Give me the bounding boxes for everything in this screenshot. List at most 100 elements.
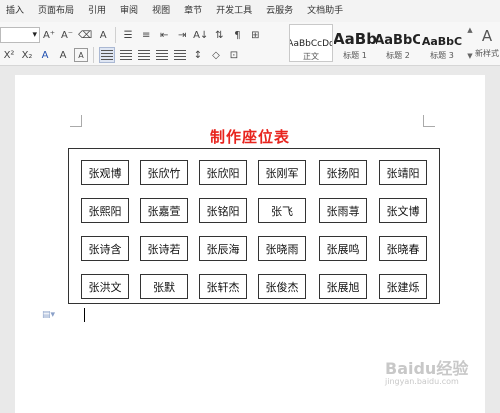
- phonetic-guide-button[interactable]: A: [96, 26, 110, 44]
- style-heading-1-sample: AaBb: [334, 30, 376, 48]
- ribbon-row-2: X² X₂ A A A ↕ ◇ ⊡: [0, 45, 243, 65]
- superscript-label: X²: [3, 49, 15, 61]
- distributed-button[interactable]: [173, 46, 187, 64]
- clear-format-icon[interactable]: ⌫: [78, 26, 92, 44]
- seat-cell[interactable]: 张靖阳: [379, 160, 427, 185]
- highlight-button[interactable]: A: [56, 46, 70, 64]
- chevron-down-icon[interactable]: ▼: [467, 52, 472, 60]
- seat-cell[interactable]: 张默: [140, 274, 188, 299]
- seat-cell[interactable]: 张展鸣: [319, 236, 367, 261]
- chevron-down-icon: ▾: [32, 30, 37, 40]
- seat-cell[interactable]: 张诗含: [81, 236, 129, 261]
- seat-cell[interactable]: 张展旭: [319, 274, 367, 299]
- seat-cell[interactable]: 张欣阳: [199, 160, 247, 185]
- subscript-button[interactable]: X₂: [20, 46, 34, 64]
- seat-cell[interactable]: 张观博: [81, 160, 129, 185]
- highlight-label: A: [59, 49, 67, 61]
- seat-cell[interactable]: 张铭阳: [199, 198, 247, 223]
- seat-cell[interactable]: 张欣竹: [140, 160, 188, 185]
- seat-cell[interactable]: 张诗若: [140, 236, 188, 261]
- subscript-label: X₂: [21, 49, 33, 61]
- superscript-button[interactable]: X²: [2, 46, 16, 64]
- decrease-indent-icon[interactable]: ⇤: [157, 26, 171, 44]
- new-style-button[interactable]: A 新样式: [474, 24, 500, 62]
- tab-insert[interactable]: 插入: [0, 0, 31, 22]
- style-heading-3[interactable]: AaBbC 标题 3: [420, 24, 464, 62]
- font-color-button[interactable]: A: [38, 46, 52, 64]
- divider: [115, 27, 117, 43]
- align-center-button[interactable]: [119, 46, 133, 64]
- numbered-list-icon[interactable]: ≡: [139, 26, 153, 44]
- watermark-url: jingyan.baidu.com: [385, 377, 459, 386]
- seat-cell[interactable]: 张洪文: [81, 274, 129, 299]
- table-borders-icon[interactable]: ⊞: [248, 26, 262, 44]
- style-heading-2-name: 标题 2: [386, 51, 410, 60]
- seat-cell[interactable]: 张雨荨: [319, 198, 367, 223]
- borders-icon[interactable]: ⊡: [227, 46, 241, 64]
- phonetic-label: A: [99, 29, 107, 41]
- tab-doc-assistant[interactable]: 文档助手: [300, 0, 350, 22]
- show-marks-icon[interactable]: ¶: [230, 26, 244, 44]
- tab-references[interactable]: 引用: [81, 0, 113, 22]
- seat-cell[interactable]: 张刚军: [258, 160, 306, 185]
- style-normal-sample: AaBbCcDd: [290, 39, 332, 49]
- seat-cell[interactable]: 张文博: [379, 198, 427, 223]
- seat-table[interactable]: 张观博 张欣竹 张欣阳 张刚军 张扬阳 张靖阳张熙阳 张嘉萱 张铭阳 张飞 张雨荨 张文博张诗含 张诗…: [68, 148, 440, 304]
- style-gallery-scroll[interactable]: ▲ ▼: [466, 26, 474, 60]
- grow-font-label: A: [42, 29, 50, 41]
- seat-cell[interactable]: 张辰海: [199, 236, 247, 261]
- divider: [93, 47, 94, 63]
- style-heading-1[interactable]: AaBb 标题 1: [334, 24, 376, 62]
- increase-indent-icon[interactable]: ⇥: [175, 26, 189, 44]
- seat-cell[interactable]: 张扬阳: [319, 160, 367, 185]
- tab-review[interactable]: 审阅: [113, 0, 145, 22]
- ribbon-row-1: ▾ A ⁺ A ⁻ ⌫ A ☰ ≡ ⇤ ⇥ A↓ ⇅ ¶ ⊞: [0, 25, 264, 45]
- watermark-brand: Baidu经验: [385, 359, 469, 378]
- sort-label: A↓: [193, 29, 209, 41]
- seat-cell[interactable]: 张嘉萱: [140, 198, 188, 223]
- align-left-button[interactable]: [99, 47, 115, 63]
- style-heading-3-name: 标题 3: [430, 51, 454, 60]
- seat-cell[interactable]: 张建烁: [379, 274, 427, 299]
- line-spacing-icon[interactable]: ↕: [191, 46, 205, 64]
- seat-cell[interactable]: 张飞: [258, 198, 306, 223]
- bullet-list-icon[interactable]: ☰: [121, 26, 135, 44]
- style-heading-3-sample: AaBbC: [421, 35, 463, 48]
- style-heading-2[interactable]: AaBbC 标题 2: [376, 24, 420, 62]
- shrink-font-label: A: [60, 29, 68, 41]
- style-normal[interactable]: AaBbCcDd 正文: [289, 24, 333, 62]
- font-size-select[interactable]: ▾: [0, 27, 40, 43]
- tab-cloud-service[interactable]: 云服务: [259, 0, 300, 22]
- align-right-icon: [138, 50, 150, 60]
- tab-page-layout[interactable]: 页面布局: [31, 0, 81, 22]
- tab-developer[interactable]: 开发工具: [209, 0, 259, 22]
- seat-cell[interactable]: 张轩杰: [199, 274, 247, 299]
- seat-cell[interactable]: 张俊杰: [258, 274, 306, 299]
- justify-button[interactable]: [155, 46, 169, 64]
- char-border-label: A: [78, 50, 84, 60]
- seat-cell[interactable]: 张熙阳: [81, 198, 129, 223]
- watermark: Baidu经验 jingyan.baidu.com: [385, 355, 468, 386]
- style-heading-2-sample: AaBbC: [376, 33, 420, 48]
- shading-icon[interactable]: ◇: [209, 46, 223, 64]
- seat-cell[interactable]: 张晓春: [379, 236, 427, 261]
- ribbon-toolbar: ▾ A ⁺ A ⁻ ⌫ A ☰ ≡ ⇤ ⇥ A↓ ⇅ ¶ ⊞ X² X₂ A A A…: [0, 22, 500, 66]
- char-border-button[interactable]: A: [74, 48, 88, 62]
- menu-bar: 插入 页面布局 引用 审阅 视图 章节 开发工具 云服务 文档助手: [0, 0, 500, 22]
- shrink-font-button[interactable]: A ⁻: [60, 26, 74, 44]
- style-heading-1-name: 标题 1: [343, 51, 367, 60]
- chinese-layout-icon[interactable]: ⇅: [212, 26, 226, 44]
- align-center-icon: [120, 50, 132, 60]
- paragraph-options-icon[interactable]: ▤▾: [42, 310, 55, 320]
- justify-icon: [156, 50, 168, 60]
- distributed-icon: [174, 50, 186, 60]
- tab-section[interactable]: 章节: [177, 0, 209, 22]
- document-title[interactable]: 制作座位表: [15, 126, 485, 147]
- sort-button[interactable]: A↓: [193, 26, 208, 44]
- chevron-up-icon[interactable]: ▲: [467, 26, 472, 34]
- grow-font-button[interactable]: A ⁺: [42, 26, 56, 44]
- tab-view[interactable]: 视图: [145, 0, 177, 22]
- new-style-icon: A: [481, 27, 493, 45]
- seat-cell[interactable]: 张晓雨: [258, 236, 306, 261]
- align-right-button[interactable]: [137, 46, 151, 64]
